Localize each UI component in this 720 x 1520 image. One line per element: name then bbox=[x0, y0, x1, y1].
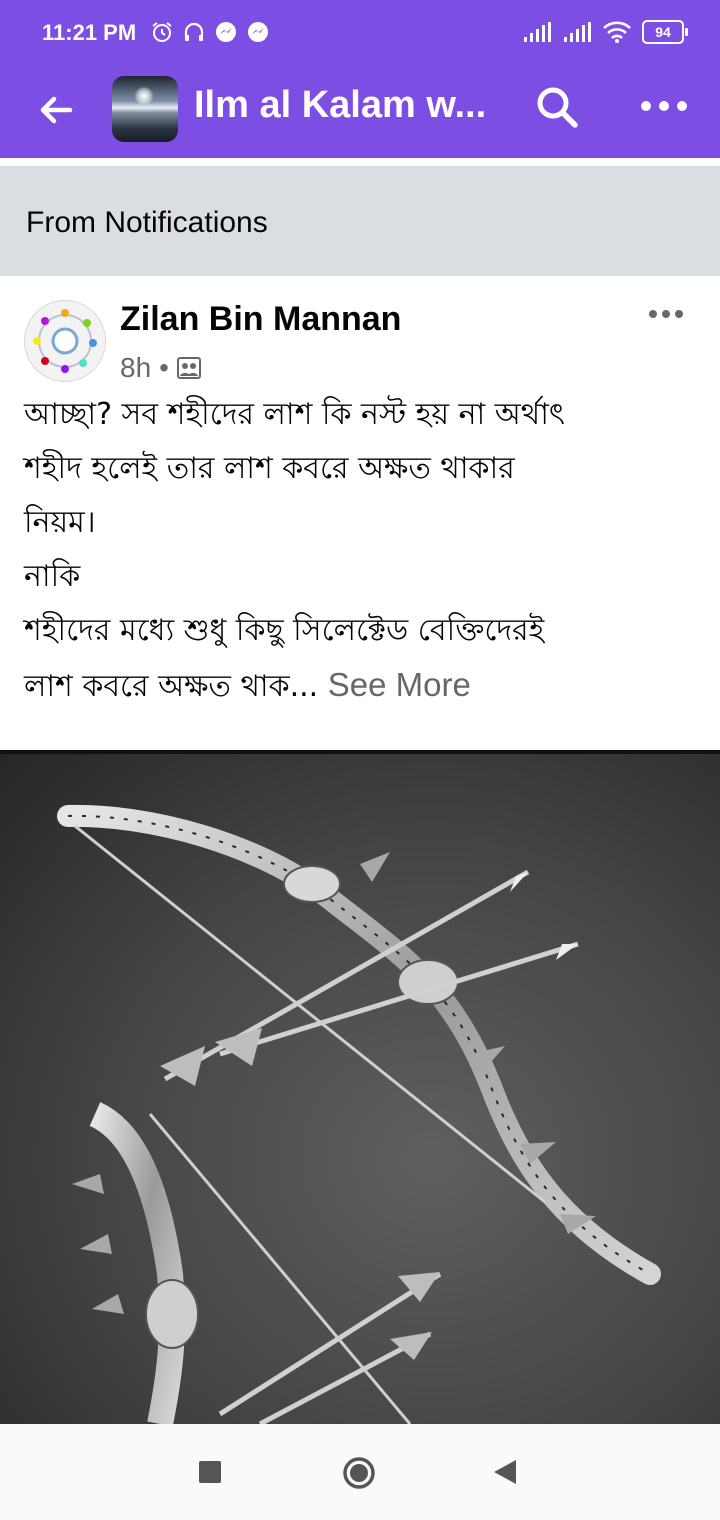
app-bar: Ilm al Kalam w... bbox=[0, 66, 720, 158]
group-avatar[interactable] bbox=[112, 76, 178, 142]
status-right-icons: 94 bbox=[522, 20, 688, 44]
home-button[interactable] bbox=[342, 1456, 376, 1490]
status-bar: 11:21 PM 94 bbox=[0, 0, 720, 66]
signal-icon bbox=[564, 22, 591, 42]
post-image[interactable] bbox=[0, 750, 720, 1428]
more-options-button[interactable] bbox=[640, 94, 688, 118]
notification-banner: From Notifications bbox=[0, 166, 720, 276]
messenger-icon bbox=[246, 20, 270, 44]
messenger-icon bbox=[214, 20, 238, 44]
author-avatar[interactable] bbox=[24, 300, 106, 382]
status-time: 11:21 PM bbox=[42, 20, 137, 45]
signal-icon bbox=[524, 22, 551, 42]
nav-back-button[interactable] bbox=[492, 1458, 518, 1486]
android-nav-bar bbox=[0, 1424, 720, 1520]
post-meta: 8h • bbox=[120, 352, 201, 384]
post-card: Zilan Bin Mannan 8h • আচ্ছা? সব শহীদের ল… bbox=[0, 276, 720, 1428]
post-body-line: নিয়ম। bbox=[24, 505, 96, 540]
battery-indicator: 94 bbox=[642, 20, 688, 44]
status-left-icons bbox=[150, 20, 270, 44]
post-body-line: নাকি bbox=[24, 559, 81, 594]
recents-button[interactable] bbox=[198, 1460, 222, 1484]
post-time[interactable]: 8h bbox=[120, 352, 151, 384]
notification-banner-text: From Notifications bbox=[26, 206, 268, 239]
alarm-icon bbox=[150, 20, 174, 44]
post-body-last-line: লাশ কবরে অক্ষত থাক... See More bbox=[24, 658, 704, 714]
post-body-line: আচ্ছা? সব শহীদের লাশ কি নস্ট হয় না অর্থ… bbox=[24, 397, 565, 432]
group-title[interactable]: Ilm al Kalam w... bbox=[194, 84, 494, 127]
bows-and-arrows-image bbox=[57, 804, 661, 1427]
search-icon bbox=[537, 87, 578, 128]
wifi-icon bbox=[603, 21, 631, 43]
recents-square-icon bbox=[199, 1461, 221, 1483]
meta-separator: • bbox=[159, 352, 169, 383]
back-arrow-icon bbox=[40, 96, 73, 124]
search-button[interactable] bbox=[534, 84, 580, 130]
home-circle-icon bbox=[343, 1457, 375, 1489]
post-body-line: শহীদ হলেই তার লাশ কবরে অক্ষত থাকার bbox=[24, 451, 515, 486]
post-body-line: শহীদের মধ্যে শুধু কিছু সিলেক্টেড বেক্তিদ… bbox=[24, 613, 545, 648]
post-options-button[interactable] bbox=[648, 306, 684, 320]
more-horizontal-icon bbox=[649, 310, 683, 318]
group-audience-icon bbox=[176, 357, 201, 379]
back-triangle-icon bbox=[494, 1460, 516, 1484]
author-name[interactable]: Zilan Bin Mannan bbox=[120, 300, 401, 339]
post-body-truncated: লাশ কবরে অক্ষত থাক... bbox=[24, 669, 319, 704]
more-horizontal-icon bbox=[641, 101, 687, 111]
post-body: আচ্ছা? সব শহীদের লাশ কি নস্ট হয় না অর্থ… bbox=[24, 388, 704, 714]
see-more-link[interactable]: See More bbox=[328, 666, 471, 703]
back-button[interactable] bbox=[36, 90, 76, 130]
headphones-icon bbox=[182, 20, 206, 44]
